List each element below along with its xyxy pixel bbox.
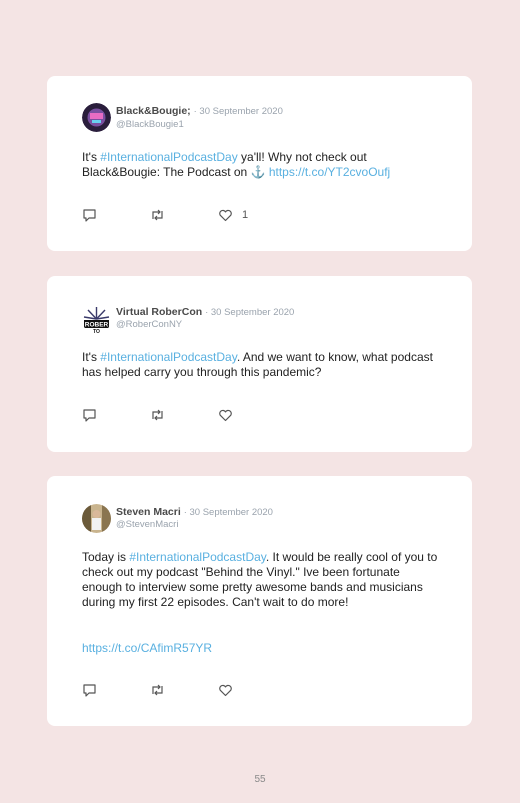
svg-text:TO: TO [93, 329, 100, 334]
tweet-text-segment: It's [82, 350, 101, 364]
hashtag-link[interactable]: #InternationalPodcastDay [100, 150, 237, 164]
tweet-card: Black&Bougie; · 30 September 2020 @Black… [47, 76, 472, 251]
reply-icon [83, 684, 96, 697]
reply-icon [83, 409, 96, 422]
tweet-link-line: https://t.co/CAfimR57YR [82, 641, 442, 656]
tweet-text: It's #InternationalPodcastDay. And we wa… [82, 350, 442, 380]
tweet-text: It's #InternationalPodcastDay ya'll! Why… [82, 150, 442, 180]
like-count: 1 [242, 209, 249, 221]
avatar[interactable] [82, 103, 111, 132]
tweet-text-segment: Today is [82, 550, 130, 564]
tweet-text: Today is #InternationalPodcastDay. It wo… [82, 550, 442, 610]
tweet-date: · 30 September 2020 [205, 307, 295, 318]
avatar[interactable]: ROBER TO [82, 305, 111, 334]
reply-icon [83, 209, 96, 222]
like-button[interactable] [218, 682, 233, 698]
heart-icon [219, 209, 232, 222]
retweet-button[interactable] [150, 407, 165, 423]
tweet-actions [82, 682, 382, 698]
avatar[interactable] [82, 504, 111, 533]
reply-button[interactable] [82, 207, 97, 223]
tweet-actions: 1 [82, 207, 382, 223]
heart-icon [219, 684, 232, 697]
author-name[interactable]: Black&Bougie; [116, 105, 191, 117]
author-name[interactable]: Steven Macri [116, 506, 181, 518]
retweet-button[interactable] [150, 682, 165, 698]
hashtag-link[interactable]: #InternationalPodcastDay [100, 350, 237, 364]
tweet-header: Steven Macri · 30 September 2020 [116, 506, 273, 518]
page-number: 55 [254, 774, 266, 785]
tweet-text-segment: It's [82, 150, 101, 164]
author-handle: @RoberConNY [116, 319, 183, 330]
like-button[interactable] [218, 407, 233, 423]
reply-button[interactable] [82, 682, 97, 698]
retweet-icon [152, 209, 163, 221]
tweet-link[interactable]: https://t.co/CAfimR57YR [82, 641, 212, 655]
svg-text:ROBER: ROBER [85, 322, 109, 329]
tweet-link[interactable]: https://t.co/YT2cvoOufj [269, 165, 390, 179]
like-button[interactable]: 1 [218, 207, 248, 223]
author-handle: @StevenMacri [116, 519, 179, 530]
tweet-header: Virtual RoberCon · 30 September 2020 [116, 306, 294, 318]
retweet-icon [152, 409, 163, 421]
heart-icon [219, 409, 232, 422]
tweet-date: · 30 September 2020 [183, 507, 273, 518]
retweet-icon [152, 684, 163, 696]
tweet-date: · 30 September 2020 [193, 106, 283, 117]
retweet-button[interactable] [150, 207, 165, 223]
tweet-header: Black&Bougie; · 30 September 2020 [116, 105, 283, 117]
author-name[interactable]: Virtual RoberCon [116, 306, 202, 318]
tweet-card: ROBER TO Virtual RoberCon · 30 September… [47, 276, 472, 452]
reply-button[interactable] [82, 407, 97, 423]
tweet-card: Steven Macri · 30 September 2020 @Steven… [47, 476, 472, 726]
tweet-actions [82, 407, 382, 423]
hashtag-link[interactable]: #InternationalPodcastDay [129, 550, 266, 564]
author-handle: @BlackBougie1 [116, 119, 184, 130]
